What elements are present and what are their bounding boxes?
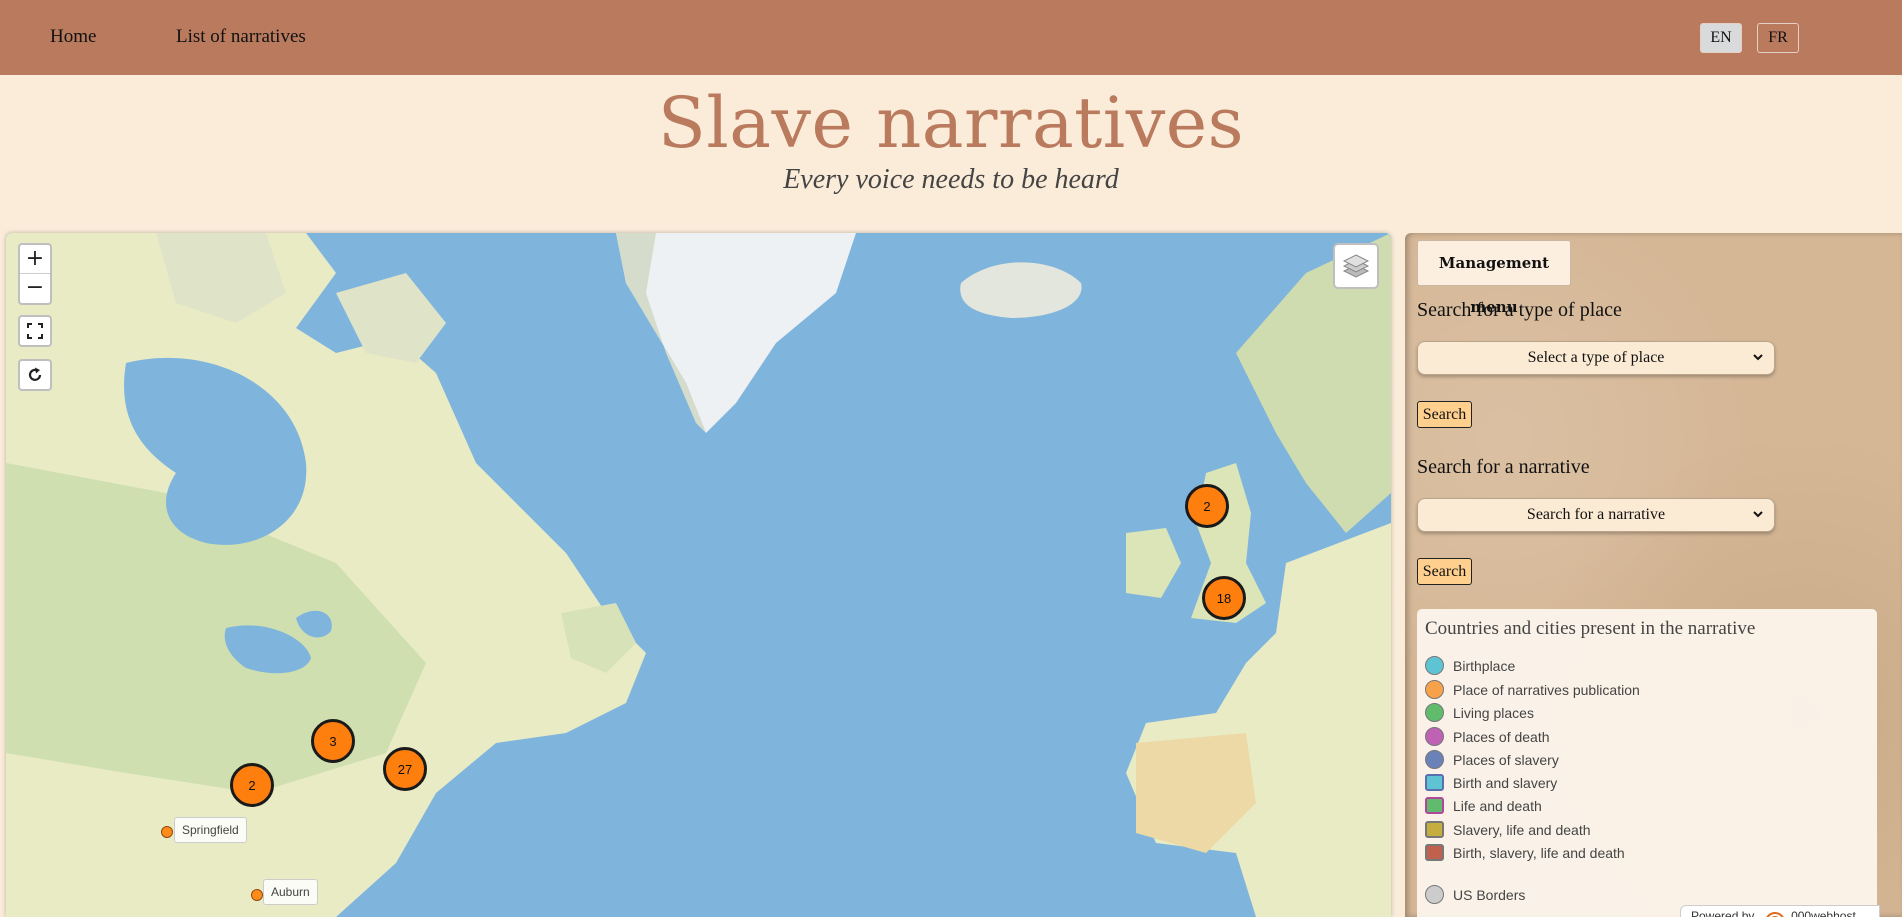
- page-title: Slave narratives: [657, 82, 1245, 164]
- city-tooltip: Springfield: [174, 817, 247, 843]
- legend-swatch: [1425, 750, 1444, 769]
- zoom-control: + −: [18, 243, 52, 305]
- legend-label: Living places: [1453, 704, 1534, 721]
- legend-item: Living places: [1425, 703, 1534, 722]
- city-marker[interactable]: [161, 826, 173, 838]
- marker-cluster[interactable]: 27: [383, 747, 427, 791]
- marker-cluster[interactable]: 18: [1202, 576, 1246, 620]
- legend-label: Birth and slavery: [1453, 774, 1558, 791]
- place-type-select-value: Select a type of place: [1527, 349, 1665, 366]
- legend-label: US Borders: [1453, 886, 1526, 903]
- legend-swatch: [1425, 844, 1444, 861]
- narrative-search-heading: Search for a narrative: [1417, 456, 1590, 478]
- legend-swatch: [1425, 821, 1444, 838]
- city-marker[interactable]: [251, 889, 263, 901]
- legend-label: Birth, slavery, life and death: [1453, 844, 1625, 861]
- legend-swatch: [1425, 680, 1444, 699]
- nav-list-of-narratives-link[interactable]: List of narratives: [176, 26, 306, 48]
- legend-swatch: [1425, 656, 1444, 675]
- map-legend: Countries and cities present in the narr…: [1417, 609, 1880, 917]
- refresh-icon: [28, 367, 42, 381]
- legend-swatch: [1425, 885, 1444, 904]
- zoom-in-button[interactable]: +: [20, 245, 50, 274]
- legend-label: Place of narratives publication: [1453, 681, 1640, 698]
- chevron-down-icon: [1753, 511, 1763, 518]
- top-navigation-bar: Home List of narratives EN FR: [0, 0, 1902, 75]
- layers-button[interactable]: [1333, 243, 1379, 289]
- place-search-button[interactable]: Search: [1417, 401, 1472, 428]
- legend-item: Life and death: [1425, 797, 1542, 814]
- place-search-heading: Search for a type of place: [1417, 299, 1622, 321]
- zoom-out-button[interactable]: −: [20, 274, 50, 303]
- host-name: 000webhost: [1791, 909, 1856, 917]
- legend-label: Places of death: [1453, 728, 1550, 745]
- nav-home-link[interactable]: Home: [50, 26, 96, 48]
- marker-cluster[interactable]: 2: [230, 763, 274, 807]
- legend-title: Countries and cities present in the narr…: [1425, 618, 1756, 639]
- legend-swatch: [1425, 727, 1444, 746]
- city-tooltip: Auburn: [263, 879, 318, 905]
- map-tiles: [6, 233, 1391, 917]
- reset-view-button[interactable]: [18, 359, 52, 391]
- legend-label: Slavery, life and death: [1453, 821, 1591, 838]
- narrative-search-button[interactable]: Search: [1417, 558, 1472, 585]
- legend-swatch: [1425, 797, 1444, 814]
- legend-swatch: [1425, 774, 1444, 791]
- legend-item: Birthplace: [1425, 656, 1515, 675]
- legend-label: Places of slavery: [1453, 751, 1559, 768]
- place-type-select[interactable]: Select a type of place: [1417, 341, 1775, 375]
- language-en-button[interactable]: EN: [1700, 23, 1742, 53]
- side-panel: Management menu Search for a type of pla…: [1405, 233, 1902, 917]
- narrative-select[interactable]: Search for a narrative: [1417, 498, 1775, 532]
- host-logo-icon: [1765, 911, 1784, 917]
- legend-swatch: [1425, 703, 1444, 722]
- language-fr-button[interactable]: FR: [1757, 23, 1799, 53]
- narrative-select-value: Search for a narrative: [1526, 506, 1666, 523]
- legend-item: Places of death: [1425, 727, 1550, 746]
- legend-label: Birthplace: [1453, 657, 1516, 674]
- management-menu-button[interactable]: Management menu: [1417, 240, 1571, 316]
- marker-cluster[interactable]: 3: [311, 719, 355, 763]
- fullscreen-icon: [27, 323, 43, 339]
- powered-by-text: Powered by: [1691, 909, 1755, 917]
- legend-item: Slavery, life and death: [1425, 821, 1591, 838]
- chevron-down-icon: [1753, 354, 1763, 361]
- page-subtitle: Every voice needs to be heard: [783, 164, 1119, 195]
- legend-label: Life and death: [1453, 797, 1542, 814]
- marker-cluster[interactable]: 2: [1185, 484, 1229, 528]
- legend-item: US Borders: [1425, 885, 1525, 904]
- map-view[interactable]: + − 2 18 3 27 2 Springfield Auburn: [6, 233, 1391, 917]
- legend-item: Place of narratives publication: [1425, 680, 1640, 699]
- legend-item: Birth and slavery: [1425, 774, 1557, 791]
- powered-by-badge[interactable]: Powered by 000webhost: [1680, 905, 1880, 917]
- legend-item: Places of slavery: [1425, 750, 1559, 769]
- legend-item: Birth, slavery, life and death: [1425, 844, 1625, 861]
- fullscreen-button[interactable]: [18, 315, 52, 347]
- layers-icon: [1342, 254, 1370, 278]
